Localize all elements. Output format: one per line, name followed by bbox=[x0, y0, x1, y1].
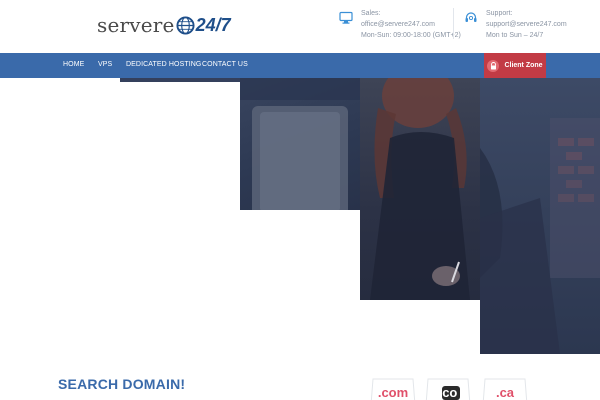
sales-contact: Sales: office@servere247.com Mon-Sun: 09… bbox=[339, 8, 461, 41]
hero-banner bbox=[0, 78, 600, 358]
globe-icon bbox=[176, 15, 195, 35]
nav-item-dedicated-hosting[interactable]: DEDICATED HOSTING bbox=[126, 61, 201, 68]
sales-email[interactable]: office@servere247.com bbox=[361, 19, 461, 30]
client-zone-label: Client Zone bbox=[504, 62, 543, 69]
logo-word: servere bbox=[97, 13, 175, 37]
support-label: Support: bbox=[486, 10, 513, 17]
lock-icon bbox=[487, 59, 500, 72]
hero-photo-laptop bbox=[240, 78, 360, 210]
tld-com[interactable]: .com bbox=[370, 377, 416, 400]
headset-icon bbox=[465, 12, 477, 22]
hero-photo-woman bbox=[360, 78, 480, 300]
header-divider bbox=[453, 8, 454, 39]
nav-item-vps[interactable]: VPS bbox=[98, 61, 112, 68]
tld-co-label: .co bbox=[438, 384, 458, 400]
sales-label: Sales: bbox=[361, 10, 381, 17]
hero-strip bbox=[120, 78, 240, 82]
support-contact: Support: support@servere247.com Mon to S… bbox=[464, 8, 567, 41]
site-logo[interactable]: servere 24/7 bbox=[97, 13, 231, 37]
support-email[interactable]: support@servere247.com bbox=[486, 19, 567, 30]
tld-co[interactable]: .co bbox=[425, 377, 471, 400]
search-domain-title: SEARCH DOMAIN! bbox=[58, 376, 186, 392]
support-hours: Mon to Sun – 24/7 bbox=[486, 32, 544, 39]
hero-photo-brick-wall bbox=[480, 78, 600, 354]
client-zone-button[interactable]: Client Zone bbox=[484, 53, 546, 78]
sales-hours: Mon-Sun: 09:00-18:00 (GMT+2) bbox=[361, 32, 461, 39]
nav-item-home[interactable]: HOME bbox=[63, 61, 84, 68]
tld-ca-label: .ca bbox=[495, 384, 515, 400]
nav-item-contact-us[interactable]: CONTACT US bbox=[202, 61, 248, 68]
monitor-icon bbox=[339, 11, 353, 24]
tld-com-label: .com bbox=[377, 384, 409, 400]
tld-ca[interactable]: .ca bbox=[482, 377, 528, 400]
logo-number: 24/7 bbox=[195, 14, 231, 35]
